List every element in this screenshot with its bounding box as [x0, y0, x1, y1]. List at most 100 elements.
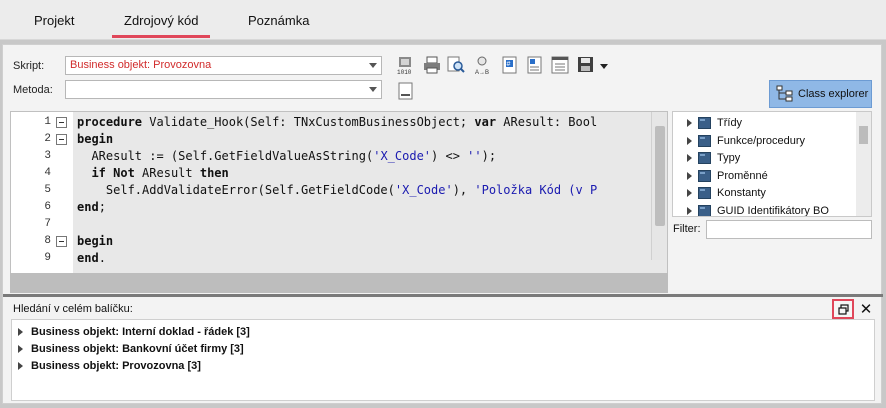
result-label: Business objekt: Bankovní účet firmy [3] — [31, 343, 244, 355]
editor-status-strip — [10, 273, 668, 293]
close-panel-button[interactable]: ✕ — [857, 299, 875, 319]
expand-arrow-icon[interactable] — [687, 206, 692, 215]
skript-value: Business objekt: Provozovna — [70, 59, 212, 71]
code-line[interactable]: Self.AddValidateError(Self.GetFieldCode(… — [77, 182, 597, 199]
tree-item-label: GUID Identifikátory BO — [717, 204, 829, 217]
notes-icon[interactable] — [525, 55, 545, 75]
source-code-panel: Skript: Business objekt: Provozovna Meto… — [2, 44, 883, 404]
tab-projekt[interactable]: Projekt — [34, 13, 74, 28]
line-number: 4 — [44, 167, 51, 179]
code-text-area[interactable]: procedure Validate_Hook(Self: TNxCustomB… — [73, 112, 667, 290]
skript-label: Skript: — [13, 60, 45, 72]
document-icon[interactable] — [396, 81, 416, 101]
tree-item[interactable]: Proměnné — [687, 167, 768, 185]
metoda-select[interactable] — [65, 80, 382, 99]
expand-arrow-icon[interactable] — [687, 136, 692, 145]
tree-item[interactable]: Funkce/procedury — [687, 132, 805, 150]
tree-item-label: Konstanty — [717, 187, 766, 199]
expand-arrow-icon[interactable] — [687, 119, 692, 127]
scroll-thumb[interactable] — [655, 126, 665, 226]
tree-scrollbar[interactable] — [856, 112, 871, 216]
compile-icon[interactable]: # — [500, 55, 520, 75]
scroll-thumb[interactable] — [859, 126, 868, 144]
tree-item-label: Typy — [717, 152, 741, 164]
expand-arrow-icon[interactable] — [18, 362, 23, 370]
code-line[interactable]: begin — [77, 131, 113, 148]
expand-arrow-icon[interactable] — [18, 328, 23, 336]
filter-label: Filter: — [673, 223, 701, 235]
folder-icon — [698, 117, 711, 129]
save-dropdown-chevron-icon[interactable] — [600, 64, 608, 69]
chevron-down-icon — [369, 63, 377, 68]
print-icon[interactable] — [422, 55, 442, 75]
line-number: 7 — [44, 218, 51, 230]
line-number: 1 — [44, 116, 51, 128]
fold-toggle-icon[interactable] — [56, 134, 67, 145]
tree-item[interactable]: Konstanty — [687, 184, 766, 202]
folder-icon — [698, 204, 711, 216]
tree-item[interactable]: GUID Identifikátory BO — [687, 202, 829, 217]
line-number: 6 — [44, 201, 51, 213]
fold-toggle-icon[interactable] — [56, 117, 67, 128]
code-line[interactable]: end. — [77, 250, 106, 267]
list-item[interactable]: Business objekt: Bankovní účet firmy [3] — [18, 341, 244, 357]
vertical-scrollbar[interactable] — [651, 112, 667, 260]
class-explorer-label: Class explorer — [798, 88, 869, 100]
code-editor[interactable]: 1 2 3 4 5 6 7 8 9 procedure Validate_Hook(Self: … — [10, 111, 668, 291]
folder-icon — [698, 134, 711, 147]
close-icon: ✕ — [859, 301, 873, 318]
svg-text:#: # — [507, 61, 511, 68]
tree-item-label: Funkce/procedury — [717, 134, 806, 147]
tab-zdrojovy-kod[interactable]: Zdrojový kód — [124, 13, 198, 28]
result-label: Business objekt: Provozovna [3] — [31, 360, 201, 372]
tree-item-label: Třídy — [717, 117, 743, 129]
svg-text:1010: 1010 — [397, 69, 412, 75]
code-line[interactable]: if Not AResult then — [77, 165, 228, 182]
fold-toggle-icon[interactable] — [56, 236, 67, 247]
metoda-label: Metoda: — [13, 84, 53, 96]
active-tab-indicator — [112, 35, 210, 38]
tab-bar: Projekt Zdrojový kód Poznámka — [0, 0, 886, 40]
tree-icon — [776, 85, 793, 102]
line-number: 5 — [44, 184, 51, 196]
replace-icon[interactable]: A→B — [473, 55, 493, 76]
search-results-list: Business objekt: Interní doklad - řádek … — [11, 319, 875, 401]
line-gutter: 1 2 3 4 5 6 7 8 9 — [11, 112, 73, 290]
code-line[interactable]: AResult := (Self.GetFieldValueAsString('… — [77, 148, 496, 165]
restore-icon — [837, 303, 849, 315]
line-number: 3 — [44, 150, 51, 162]
code-line[interactable]: end; — [77, 199, 106, 216]
line-number: 9 — [44, 252, 51, 264]
binary-icon[interactable]: 1010 — [396, 55, 416, 76]
class-explorer-button[interactable]: Class explorer — [769, 80, 872, 108]
list-icon[interactable] — [550, 55, 570, 75]
expand-arrow-icon[interactable] — [687, 189, 692, 197]
folder-icon — [698, 169, 711, 182]
expand-arrow-icon[interactable] — [687, 171, 692, 180]
code-line[interactable]: procedure Validate_Hook(Self: TNxCustomB… — [77, 114, 597, 131]
expand-arrow-icon[interactable] — [18, 345, 23, 353]
skript-select[interactable]: Business objekt: Provozovna — [65, 56, 382, 75]
code-line[interactable]: begin — [77, 233, 113, 250]
folder-icon — [698, 152, 711, 164]
search-header: Hledání v celém balíčku: — [13, 303, 133, 315]
tree-item-label: Proměnné — [717, 169, 768, 182]
list-item[interactable]: Business objekt: Provozovna [3] — [18, 358, 201, 374]
result-label: Business objekt: Interní doklad - řádek … — [31, 326, 250, 338]
line-number: 8 — [44, 235, 51, 247]
folder-icon — [698, 187, 711, 199]
line-number: 2 — [44, 133, 51, 145]
expand-arrow-icon[interactable] — [687, 154, 692, 162]
save-icon[interactable] — [576, 55, 596, 75]
tree-item[interactable]: Typy — [687, 149, 740, 167]
tree-item[interactable]: Třídy — [687, 114, 742, 132]
filter-input[interactable] — [706, 220, 872, 239]
class-tree[interactable]: Třídy Funkce/procedury Typy Proměnné Konstan… — [672, 111, 872, 217]
chevron-down-icon — [369, 87, 377, 92]
search-icon[interactable] — [446, 55, 466, 75]
restore-window-button[interactable] — [832, 299, 854, 319]
splitter[interactable] — [3, 294, 883, 297]
tab-poznamka[interactable]: Poznámka — [248, 13, 309, 28]
list-item[interactable]: Business objekt: Interní doklad - řádek … — [18, 324, 250, 340]
svg-text:A→B: A→B — [475, 70, 489, 75]
